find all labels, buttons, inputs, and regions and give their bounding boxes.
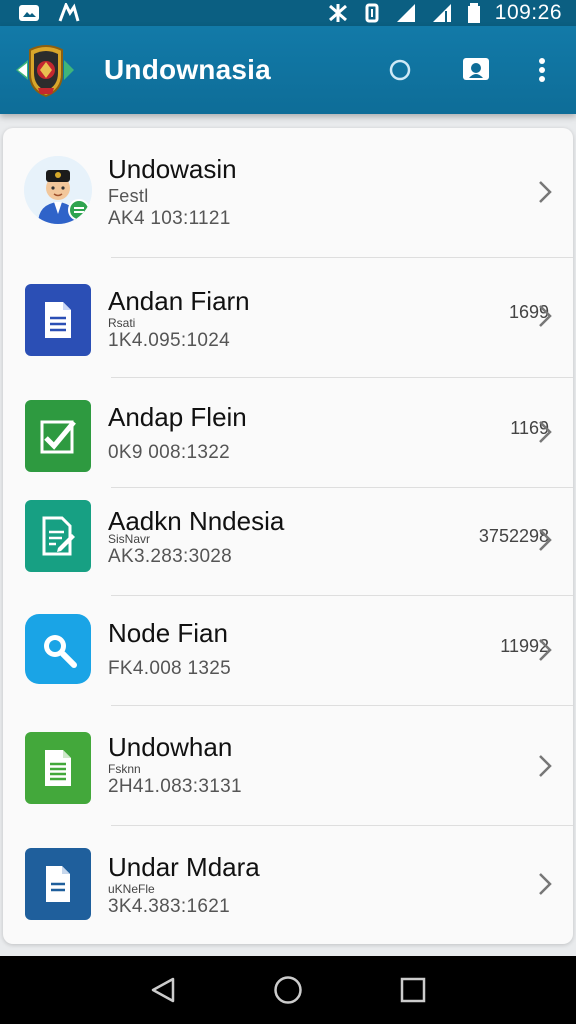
home-button[interactable] xyxy=(268,970,308,1010)
system-navigation-bar xyxy=(0,956,576,1024)
item-title: Andap Flein xyxy=(108,402,247,432)
cell-signal-icon xyxy=(432,4,451,22)
home-icon xyxy=(274,976,302,1004)
edit-document-icon xyxy=(42,516,75,556)
status-bar: 109:26 xyxy=(0,0,576,26)
chevron-right-icon xyxy=(539,755,552,777)
item-subtitle: uKNeFle xyxy=(108,882,155,896)
upload-notification-icon xyxy=(58,3,80,22)
spreadsheet-tile xyxy=(25,732,91,804)
chevron-right-icon xyxy=(539,421,552,443)
chevron-right-icon xyxy=(539,639,552,661)
more-options-button[interactable] xyxy=(526,54,558,86)
item-title: Undowhan xyxy=(108,732,233,762)
search-button[interactable] xyxy=(384,54,416,86)
battery-icon xyxy=(467,3,480,23)
magnifier-icon xyxy=(44,635,77,668)
items-list: Undowasin Festl AK4 103:1121 Andan Fiarn… xyxy=(3,128,573,944)
recents-button[interactable] xyxy=(393,970,433,1010)
list-item[interactable]: Andan Fiarn Rsati 1K4.095:1024 1699 xyxy=(3,258,573,378)
search-tile xyxy=(25,614,91,684)
bluetooth-off-icon xyxy=(328,4,347,22)
image-notification-icon xyxy=(19,5,39,21)
chevron-right-icon xyxy=(539,181,552,203)
item-code: AK4 103:1121 xyxy=(108,208,231,229)
more-vert-icon xyxy=(539,58,545,82)
item-title: Undar Mdara xyxy=(108,852,260,882)
recents-icon xyxy=(401,977,426,1003)
list-item[interactable]: Andap Flein 0K9 008:1322 1169 xyxy=(3,378,573,488)
item-code: 1K4.095:1024 xyxy=(108,330,230,351)
list-item[interactable]: Undowhan Fsknn 2H41.083:3131 xyxy=(3,706,573,826)
app-title: Undownasia xyxy=(104,54,271,85)
item-code: 2H41.083:3131 xyxy=(108,776,242,797)
item-subtitle: SisNavr xyxy=(108,532,151,546)
item-code: AK3.283:3028 xyxy=(108,546,233,567)
item-title: Andan Fiarn xyxy=(108,286,250,316)
chevron-right-icon xyxy=(539,529,552,551)
document-icon xyxy=(45,302,71,338)
app-bar: Undownasia xyxy=(0,26,576,114)
profile-card-button[interactable] xyxy=(460,54,492,86)
item-subtitle: Festl xyxy=(108,186,149,206)
item-title: Node Fian xyxy=(108,618,228,648)
avatar xyxy=(24,156,92,224)
vibrate-icon xyxy=(365,3,379,23)
back-button[interactable] xyxy=(143,970,183,1010)
spreadsheet-icon xyxy=(45,750,71,786)
item-code: FK4.008 1325 xyxy=(108,658,231,679)
item-subtitle: Rsati xyxy=(108,316,136,330)
id-card-icon xyxy=(463,58,489,80)
list-item[interactable]: Aadkn Nndesia SisNavr AK3.283:3028 37522… xyxy=(3,488,573,596)
back-icon xyxy=(151,977,174,1003)
item-subtitle: Fsknn xyxy=(108,762,141,776)
list-item[interactable]: Undowasin Festl AK4 103:1121 xyxy=(3,128,573,258)
item-code: 0K9 008:1322 xyxy=(108,442,230,463)
file-tile xyxy=(25,848,91,920)
document-tile xyxy=(25,284,91,356)
list-item[interactable]: Undar Mdara uKNeFle 3K4.383:1621 xyxy=(3,826,573,944)
chevron-right-icon xyxy=(539,873,552,895)
file-icon xyxy=(46,866,70,902)
edit-document-tile xyxy=(25,500,91,572)
item-title: Undowasin xyxy=(108,154,237,184)
list-item[interactable]: Node Fian FK4.008 1325 11992 xyxy=(3,596,573,706)
app-logo[interactable] xyxy=(14,40,78,100)
checkmark-icon xyxy=(40,420,76,454)
item-code: 3K4.383:1621 xyxy=(108,896,230,917)
wifi-signal-icon xyxy=(396,4,415,22)
checkmark-tile xyxy=(25,400,91,472)
chevron-right-icon xyxy=(539,305,552,327)
clock: 109:26 xyxy=(494,1,562,24)
search-icon xyxy=(389,59,411,81)
